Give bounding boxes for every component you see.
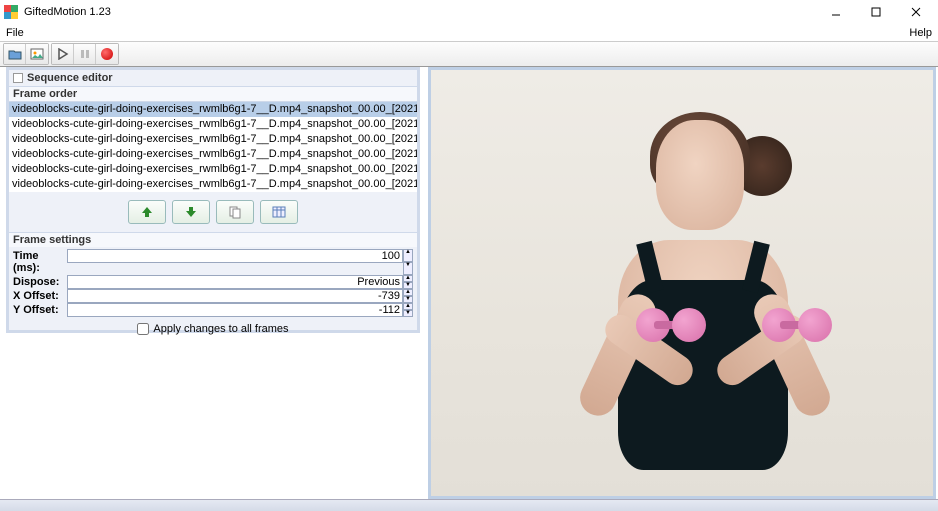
window-maximize-button[interactable] bbox=[866, 4, 886, 20]
menu-file[interactable]: File bbox=[6, 27, 24, 39]
frame-list-item[interactable]: videoblocks-cute-girl-doing-exercises_rw… bbox=[9, 102, 417, 117]
xoffset-label: X Offset: bbox=[11, 289, 67, 303]
frame-order-label: Frame order bbox=[9, 86, 417, 102]
window-minimize-button[interactable] bbox=[826, 4, 846, 20]
play-button[interactable] bbox=[52, 44, 74, 64]
folder-open-icon bbox=[8, 48, 22, 60]
menu-help[interactable]: Help bbox=[909, 27, 932, 39]
pause-button[interactable] bbox=[74, 44, 96, 64]
preview-image bbox=[431, 70, 933, 496]
window-close-button[interactable] bbox=[906, 4, 926, 20]
sequence-editor-panel: Sequence editor Frame order videoblocks-… bbox=[6, 67, 420, 333]
dispose-input[interactable] bbox=[67, 275, 403, 289]
frame-list[interactable]: videoblocks-cute-girl-doing-exercises_rw… bbox=[9, 102, 417, 192]
frame-settings-label: Frame settings bbox=[9, 232, 417, 247]
time-input[interactable] bbox=[67, 249, 403, 263]
yoffset-spinner[interactable]: ▲▼ bbox=[403, 303, 413, 317]
titlebar: GiftedMotion 1.23 bbox=[0, 0, 938, 24]
frame-list-item[interactable]: videoblocks-cute-girl-doing-exercises_rw… bbox=[9, 132, 417, 147]
table-icon bbox=[272, 205, 286, 219]
app-icon bbox=[4, 5, 18, 19]
dispose-spinner[interactable]: ▲▼ bbox=[403, 275, 413, 289]
yoffset-input[interactable] bbox=[67, 303, 403, 317]
xoffset-input[interactable] bbox=[67, 289, 403, 303]
xoffset-spinner[interactable]: ▲▼ bbox=[403, 289, 413, 303]
record-icon bbox=[101, 48, 113, 60]
toolbar bbox=[0, 42, 938, 67]
window-title: GiftedMotion 1.23 bbox=[24, 6, 111, 18]
record-button[interactable] bbox=[96, 44, 118, 64]
picture-icon bbox=[30, 48, 44, 60]
frame-list-item[interactable]: videoblocks-cute-girl-doing-exercises_rw… bbox=[9, 117, 417, 132]
apply-all-label: Apply changes to all frames bbox=[153, 323, 288, 335]
time-spinner[interactable]: ▲▼ bbox=[403, 249, 413, 275]
duplicate-button[interactable] bbox=[216, 200, 254, 224]
yoffset-label: Y Offset: bbox=[11, 303, 67, 317]
menubar: File Help bbox=[0, 24, 938, 42]
preview-panel bbox=[428, 67, 936, 499]
move-up-button[interactable] bbox=[128, 200, 166, 224]
statusbar bbox=[0, 499, 938, 511]
sequence-editor-title: Sequence editor bbox=[9, 70, 417, 86]
view-button[interactable] bbox=[26, 44, 48, 64]
settings-grid-button[interactable] bbox=[260, 200, 298, 224]
time-label: Time (ms): bbox=[11, 249, 67, 275]
dispose-label: Dispose: bbox=[11, 275, 67, 289]
play-icon bbox=[57, 48, 69, 60]
apply-all-checkbox[interactable] bbox=[137, 323, 149, 335]
panel-toggle-icon[interactable] bbox=[13, 73, 23, 83]
arrow-down-icon bbox=[184, 205, 198, 219]
open-button[interactable] bbox=[4, 44, 26, 64]
pause-icon bbox=[79, 48, 91, 60]
frame-list-item[interactable]: videoblocks-cute-girl-doing-exercises_rw… bbox=[9, 162, 417, 177]
arrow-up-icon bbox=[140, 205, 154, 219]
frame-list-item[interactable]: videoblocks-cute-girl-doing-exercises_rw… bbox=[9, 177, 417, 192]
copy-icon bbox=[228, 205, 242, 219]
move-down-button[interactable] bbox=[172, 200, 210, 224]
frame-list-item[interactable]: videoblocks-cute-girl-doing-exercises_rw… bbox=[9, 147, 417, 162]
sequence-editor-title-text: Sequence editor bbox=[27, 72, 113, 84]
